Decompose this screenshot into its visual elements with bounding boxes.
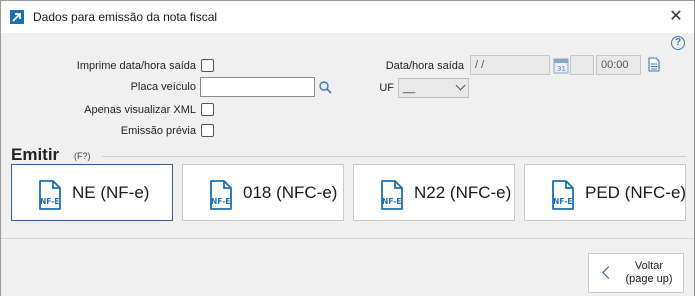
search-icon[interactable] [319, 81, 332, 94]
exit-time-input[interactable]: 00:00 [596, 55, 641, 75]
uf-label: UF [379, 82, 394, 94]
emit-button-018[interactable]: NF-E 018 (NFC-e) [182, 164, 344, 221]
svg-text:NF-E: NF-E [553, 197, 572, 206]
svg-text:NF-E: NF-E [382, 197, 401, 206]
print-datetime-label: Imprime data/hora saída [76, 60, 196, 72]
emit-button-ne[interactable]: NF-E NE (NF-e) [11, 164, 173, 221]
exit-datetime-label: Data/hora saída [385, 60, 464, 72]
uf-select[interactable]: __ [398, 78, 469, 98]
plate-input[interactable] [200, 77, 315, 97]
app-arrow-icon [10, 10, 24, 24]
back-label-line1: Voltar [634, 260, 664, 272]
svg-text:NF-E: NF-E [40, 197, 59, 206]
back-label-line2: (page up) [625, 273, 673, 285]
emit-button-label: 018 (NFC-e) [243, 183, 338, 202]
calendar-icon[interactable]: 31 [553, 56, 569, 74]
svg-text:NF-E: NF-E [211, 197, 230, 206]
exit-date-input[interactable]: / / [470, 55, 550, 75]
emit-button-label: PED (NFC-e) [585, 183, 687, 202]
dialog-window: Dados para emissão da nota fiscal ✕ ? Im… [0, 0, 695, 296]
emit-shortcut-hint: (F?) [74, 151, 91, 161]
nfe-document-icon: NF-E [381, 180, 403, 210]
emit-section-title: Emitir [11, 145, 60, 164]
emit-button-label: NE (NF-e) [72, 183, 150, 202]
title-bar: Dados para emissão da nota fiscal ✕ [1, 1, 694, 33]
nfe-document-icon: NF-E [39, 180, 61, 210]
help-icon[interactable]: ? [671, 36, 685, 50]
emit-button-ped[interactable]: NF-E PED (NFC-e) [524, 164, 686, 221]
preview-checkbox[interactable] [201, 124, 214, 137]
exit-time-spacer [570, 55, 594, 75]
footer-bar: Voltar (page up) [1, 238, 694, 296]
document-icon[interactable] [648, 57, 660, 72]
section-divider [102, 156, 686, 157]
preview-label: Emissão prévia [120, 125, 196, 137]
nfe-document-icon: NF-E [552, 180, 574, 210]
chevron-left-icon [602, 266, 615, 279]
form-panel: ? Imprime data/hora saída Placa veículo … [1, 33, 694, 238]
xml-only-checkbox[interactable] [201, 103, 214, 116]
print-datetime-checkbox[interactable] [201, 59, 214, 72]
close-icon[interactable]: ✕ [666, 7, 686, 27]
window-title: Dados para emissão da nota fiscal [33, 10, 218, 24]
svg-text:31: 31 [557, 65, 566, 73]
emit-button-label: N22 (NFC-e) [414, 183, 512, 202]
nfe-document-icon: NF-E [210, 180, 232, 210]
xml-only-label: Apenas visualizar XML [84, 104, 196, 116]
back-button[interactable]: Voltar (page up) [588, 253, 684, 293]
emit-button-n22[interactable]: NF-E N22 (NFC-e) [353, 164, 515, 221]
chevron-down-icon [455, 80, 466, 91]
back-button-label: Voltar (page up) [619, 260, 679, 286]
uf-select-value: __ [403, 82, 416, 94]
plate-label: Placa veículo [130, 81, 196, 93]
